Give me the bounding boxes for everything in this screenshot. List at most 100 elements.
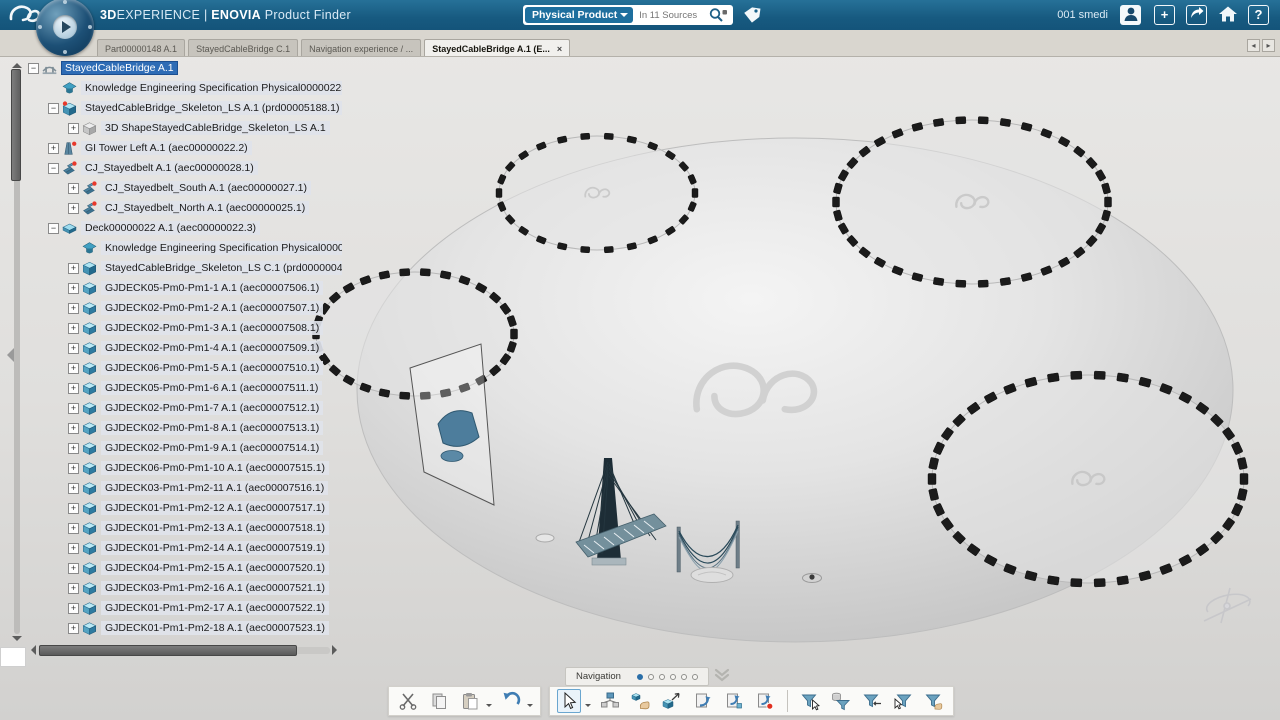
pattern-instance-block[interactable] xyxy=(978,117,988,124)
tree-item-label[interactable]: StayedCableBridge_Skeleton_LS A.1 (prd00… xyxy=(81,101,342,115)
tree-item-label[interactable]: GJDECK06-Pm0-Pm1-10 A.1 (aec00007515.1) xyxy=(101,461,329,475)
pattern-instance-block[interactable] xyxy=(1117,373,1129,383)
pattern-instance-block[interactable] xyxy=(1047,576,1059,586)
pattern-instance-block[interactable] xyxy=(1071,371,1082,380)
tree-item[interactable]: −Deck00000022 A.1 (aec00000022.3) xyxy=(26,218,342,238)
nav-dot-5[interactable] xyxy=(681,674,687,680)
tree-item-label[interactable]: GJDECK01-Pm1-Pm2-18 A.1 (aec00007523.1) xyxy=(101,621,329,635)
search-scope-dropdown[interactable]: Physical Product xyxy=(525,7,633,23)
expand-icon[interactable]: + xyxy=(68,263,79,274)
pad-small[interactable] xyxy=(536,534,554,542)
pattern-instance-block[interactable] xyxy=(1094,371,1105,380)
tag-icon[interactable] xyxy=(742,6,762,25)
tree-item-label[interactable]: StayedCableBridge A.1 xyxy=(61,61,178,75)
tab-2[interactable]: StayedCableBridge C.1 xyxy=(188,39,298,56)
add-icon[interactable]: + xyxy=(1154,5,1175,25)
paste-button[interactable] xyxy=(458,689,482,713)
tree-item-label[interactable]: GJDECK06-Pm0-Pm1-5 A.1 (aec00007510.1) xyxy=(101,361,323,375)
expand-icon[interactable]: + xyxy=(68,423,79,434)
panel-collapse-handle[interactable] xyxy=(0,348,14,362)
undo-button[interactable] xyxy=(499,689,523,713)
tree-item-label[interactable]: CJ_Stayedbelt_North A.1 (aec00000025.1) xyxy=(101,201,309,215)
expand-icon[interactable]: + xyxy=(68,203,79,214)
tree-item[interactable]: + StayedCableBridge_Skeleton_LS C.1 (prd0… xyxy=(26,258,342,278)
nav-dot-2[interactable] xyxy=(648,674,654,680)
cut-button[interactable] xyxy=(396,689,420,713)
pattern-instance-block[interactable] xyxy=(581,246,590,253)
share-icon[interactable] xyxy=(1186,5,1207,25)
tree-item-label[interactable]: 3D ShapeStayedCableBridge_Skeleton_LS A.… xyxy=(101,121,330,135)
tree-item[interactable]: +GJDECK01-Pm1-Pm2-17 A.1 (aec00007522.1) xyxy=(26,598,342,618)
view-axis-compass[interactable] xyxy=(1204,588,1251,623)
expand-icon[interactable]: + xyxy=(68,523,79,534)
tree-item-label[interactable]: GJDECK02-Pm0-Pm1-3 A.1 (aec00007508.1) xyxy=(101,321,323,335)
tree-item-label[interactable]: GJDECK01-Pm1-Pm2-13 A.1 (aec00007518.1) xyxy=(101,521,329,535)
tree-item-label[interactable]: GJDECK04-Pm1-Pm2-15 A.1 (aec00007520.1) xyxy=(101,561,329,575)
tree-item[interactable]: −CJ_Stayedbelt A.1 (aec00000028.1) xyxy=(26,158,342,178)
tree-item[interactable]: Knowledge Engineering Specification Phys… xyxy=(26,238,342,258)
tree-item[interactable]: +GJDECK05-Pm0-Pm1-1 A.1 (aec00007506.1) xyxy=(26,278,342,298)
expand-icon[interactable]: + xyxy=(68,183,79,194)
user-label[interactable]: 001 smedi xyxy=(1057,9,1108,21)
collapse-icon[interactable]: − xyxy=(48,103,59,114)
nav-dot-3[interactable] xyxy=(659,674,665,680)
tree-item-label[interactable]: StayedCableBridge_Skeleton_LS C.1 (prd00… xyxy=(101,261,342,275)
tree-item-label[interactable]: GJDECK01-Pm1-Pm2-12 A.1 (aec00007517.1) xyxy=(101,501,329,515)
pattern-instance-block[interactable] xyxy=(933,277,944,285)
tree-item[interactable]: +CJ_Stayedbelt_South A.1 (aec00000027.1) xyxy=(26,178,342,198)
expand-icon[interactable]: + xyxy=(68,123,79,134)
expand-icon[interactable]: + xyxy=(68,503,79,514)
expand-icon[interactable]: + xyxy=(68,463,79,474)
chevron-expand-icon[interactable] xyxy=(714,668,730,682)
tree-item-label[interactable]: GJDECK02-Pm0-Pm1-2 A.1 (aec00007507.1) xyxy=(101,301,323,315)
tree-item[interactable]: + CJ_Stayedbelt_North A.1 (aec00000025.1) xyxy=(26,198,342,218)
tree-horizontal-scrollbar[interactable] xyxy=(26,645,342,656)
tree-item[interactable]: +GJDECK04-Pm1-Pm2-15 A.1 (aec00007520.1) xyxy=(26,558,342,578)
tree-item[interactable]: +GJDECK02-Pm0-Pm1-4 A.1 (aec00007509.1) xyxy=(26,338,342,358)
tree-item-label[interactable]: GJDECK02-Pm0-Pm1-8 A.1 (aec00007513.1) xyxy=(101,421,323,435)
expand-icon[interactable]: + xyxy=(68,323,79,334)
tab-1[interactable]: Part00000148 A.1 xyxy=(97,39,185,56)
tree-item[interactable]: − StayedCableBridge_Skeleton_LS A.1 (prd0… xyxy=(26,98,342,118)
pattern-instance-block[interactable] xyxy=(956,280,966,287)
collapse-icon[interactable]: − xyxy=(48,223,59,234)
nav-dot-6[interactable] xyxy=(692,674,698,680)
open-session-button[interactable] xyxy=(691,689,715,713)
tree-item-label[interactable]: GJDECK03-Pm1-Pm2-16 A.1 (aec00007521.1) xyxy=(101,581,329,595)
open-structure-button[interactable] xyxy=(722,689,746,713)
select-button[interactable] xyxy=(557,689,581,713)
filter-volume-button[interactable] xyxy=(829,689,853,713)
copy-button[interactable] xyxy=(427,689,451,713)
pattern-instance-block[interactable] xyxy=(1000,277,1011,285)
nav-dot-1[interactable] xyxy=(637,674,643,680)
filter-manipulate-button[interactable] xyxy=(922,689,946,713)
tree-item-label[interactable]: GJDECK02-Pm0-Pm1-4 A.1 (aec00007509.1) xyxy=(101,341,323,355)
horizontal-scroll-thumb[interactable] xyxy=(39,645,297,656)
tab-scroll-right-button[interactable]: ▸ xyxy=(1262,39,1275,52)
tree-item[interactable]: + GJDECK02-Pm0-Pm1-8 A.1 (aec00007513.1) xyxy=(26,418,342,438)
pattern-instance-block[interactable] xyxy=(581,133,590,140)
pattern-instance-block[interactable] xyxy=(933,118,944,126)
pattern-instance-block[interactable] xyxy=(956,117,966,124)
ring-disc[interactable] xyxy=(499,136,695,250)
tree-item-label[interactable]: GJDECK05-Pm0-Pm1-1 A.1 (aec00007506.1) xyxy=(101,281,323,295)
vertical-scroll-thumb[interactable] xyxy=(11,69,21,181)
expand-icon[interactable]: + xyxy=(48,143,59,154)
pattern-instance-block[interactable] xyxy=(511,329,518,339)
tree-item[interactable]: +GJDECK02-Pm0-Pm1-7 A.1 (aec00007512.1) xyxy=(26,398,342,418)
tree-item[interactable]: + GJDECK02-Pm0-Pm1-3 A.1 (aec00007508.1) xyxy=(26,318,342,338)
expand-product-button[interactable] xyxy=(629,689,653,713)
tree-item[interactable]: + GJDECK03-Pm1-Pm2-16 A.1 (aec00007521.1) xyxy=(26,578,342,598)
tree-item[interactable]: +GJDECK03-Pm1-Pm2-11 A.1 (aec00007516.1) xyxy=(26,478,342,498)
tab-scroll-left-button[interactable]: ◂ xyxy=(1247,39,1260,52)
scroll-down-arrow[interactable] xyxy=(12,636,22,646)
pad-medium[interactable] xyxy=(691,568,733,583)
expand-icon[interactable]: + xyxy=(68,583,79,594)
search-icon[interactable] xyxy=(707,7,729,23)
tree-item[interactable]: +GI Tower Left A.1 (aec00000022.2) xyxy=(26,138,342,158)
tree-item[interactable]: +3D ShapeStayedCableBridge_Skeleton_LS A… xyxy=(26,118,342,138)
pattern-instance-block[interactable] xyxy=(692,189,698,198)
tab-close-icon[interactable]: × xyxy=(557,44,562,54)
expand-icon[interactable]: + xyxy=(68,483,79,494)
tree-item-label[interactable]: GJDECK02-Pm0-Pm1-7 A.1 (aec00007512.1) xyxy=(101,401,323,415)
